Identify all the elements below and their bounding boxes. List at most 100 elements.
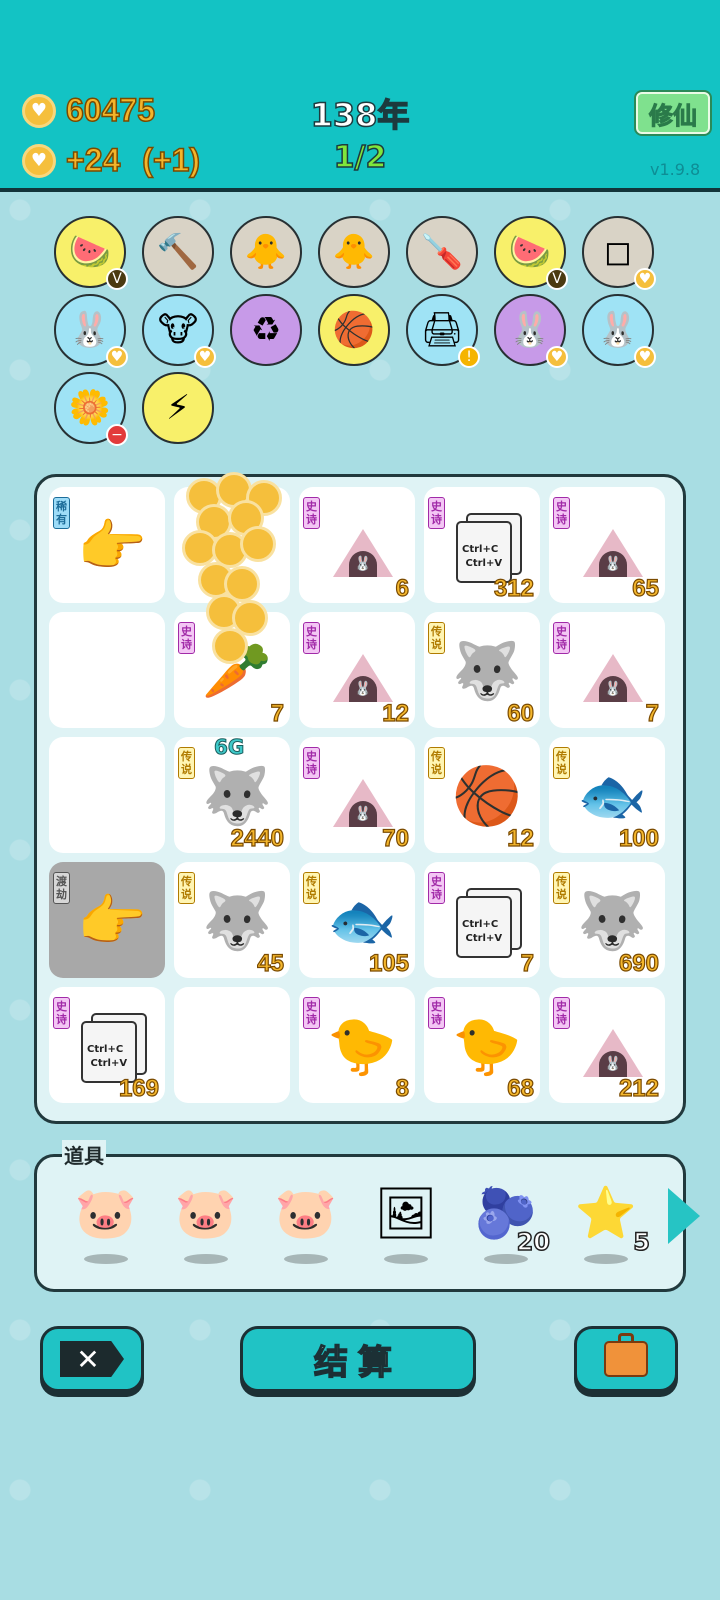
rarity-tag: 传说 [303,872,320,904]
board-cell[interactable]: 传说 🐺 6G 2440 [174,735,290,853]
copy-paste-icon: Ctrl+C Ctrl+V [446,880,528,962]
rarity-tag: 传说 [553,872,570,904]
close-icon: ✕ [60,1341,124,1377]
basketballs-icon[interactable]: 🏀 [318,294,390,366]
rarity-tag: 史诗 [428,497,445,529]
rarity-tag: 史诗 [428,872,445,904]
relic-badge-icon: ♥ [634,268,656,290]
items-title: 道具 [62,1140,106,1169]
fruit-basket-icon[interactable]: 🍉 V [54,216,128,290]
board-cell[interactable]: 史诗 🐰 7 [549,612,665,728]
cell-value: 65 [632,574,660,602]
board-cell[interactable]: 史诗 🐰 212 [549,987,665,1103]
rarity-tag: 传说 [553,747,570,779]
board-cell[interactable]: 史诗 🐤 8 [299,987,415,1103]
inventory-button[interactable] [574,1326,678,1392]
rabbit-tent-icon: 🐰 [571,630,653,712]
star-icon[interactable]: ⭐ 5 [568,1184,651,1264]
rabbit-icon[interactable]: 🐰 ♥ [54,294,128,368]
board-cell[interactable]: 史诗 Ctrl+C Ctrl+V 7 [424,862,540,978]
rarity-tag: 传说 [178,747,195,779]
settle-button[interactable]: 结算 [240,1326,476,1392]
board-cell[interactable]: 史诗 Ctrl+C Ctrl+V 312 [424,487,540,603]
cell-value: 105 [368,949,409,977]
rarity-tag: 稀有 [53,497,70,529]
rarity-tag: 传说 [178,872,195,904]
board-cell[interactable]: 传说 🐟 105 [299,862,415,978]
board-cell[interactable]: 史诗 Ctrl+C Ctrl+V 169 [49,987,165,1103]
rarity-tag: 史诗 [178,622,195,654]
printer-icon[interactable]: 🖨! [406,294,480,368]
cell-value: 7 [520,949,535,977]
board-cell[interactable] [174,987,290,1103]
rabbit-icon[interactable]: 🐰 ♥ [494,294,568,368]
hammer-icon[interactable]: 🔨 [142,216,214,288]
cell-value: 2440 [230,824,285,852]
slot-board: 稀有 👉 史诗 🐰 6 史诗 Ctrl+C Ctrl+V 312 史诗 🐰 65 史诗 🥕 7 史诗 🐰 12 传… [34,474,686,1124]
cell-value: 12 [382,699,410,727]
fruit-basket-icon[interactable]: 🍉 V [494,216,568,290]
board-cell[interactable]: 史诗 🐰 12 [299,612,415,728]
cell-value: 690 [618,949,659,977]
chick-egg-icon[interactable]: 🐥 [230,216,302,288]
cultivate-button[interactable]: 修仙 [636,92,710,134]
pointing-hand-brown-icon: 👉 [77,514,147,579]
relic-badge-icon: ♥ [546,346,568,368]
board-cell[interactable]: 传说 🐺 690 [549,862,665,978]
piggy-bank-icon[interactable]: 🐷 [68,1184,144,1264]
picture-frame-icon[interactable]: 🖼 [368,1184,444,1264]
cell-value: 8 [395,1074,410,1102]
board-cell[interactable]: 传说 🏀 12 [424,737,540,853]
relic-badge-icon: − [106,424,128,446]
rarity-tag: 史诗 [303,747,320,779]
board-cell[interactable] [174,487,290,603]
piggy-bank-icon[interactable]: 🐷 [268,1184,344,1264]
rabbit-tent-icon: 🐰 [321,505,403,587]
relic-badge-icon: ♥ [194,346,216,368]
blueberry-icon[interactable]: 🫐 20 [468,1184,551,1264]
board-cell[interactable]: 史诗 🐰 6 [299,487,415,603]
board-cell[interactable]: 稀有 👉 [49,487,165,603]
sugar-cubes-icon[interactable]: ◻ ♥ [582,216,656,290]
rarity-tag: 史诗 [303,622,320,654]
item-count: 5 [633,1227,651,1257]
cell-value: 68 [507,1074,535,1102]
recycle-icon[interactable]: ♻ [230,294,302,366]
year-counter: 138年 [310,95,410,135]
chicken-idol-icon: 🐤 [327,1014,397,1079]
flower-pot-icon[interactable]: 🌼 − [54,372,128,446]
cell-value: 169 [118,1074,159,1102]
relic-badge-icon: ♥ [106,346,128,368]
board-cell[interactable]: 史诗 🥕 7 [174,612,290,728]
rarity-tag: 史诗 [553,997,570,1029]
chick-egg-icon[interactable]: 🐥 [318,216,390,288]
rabbit-icon[interactable]: 🐰 ♥ [582,294,656,368]
lightning-icon[interactable]: ⚡ [142,372,214,444]
relic-badge-icon: V [546,268,568,290]
board-cell[interactable]: 传说 🐺 60 [424,612,540,728]
top-bar: 60475 +24 (+1) 138年 1/2 修仙 v1.9.8 [0,0,720,192]
board-cell[interactable] [49,612,165,728]
board-cell[interactable]: 史诗 🐤 68 [424,987,540,1103]
relic-badge-icon: ♥ [634,346,656,368]
cow-pair-icon[interactable]: 🐮 ♥ [142,294,216,368]
board-cell[interactable] [49,737,165,853]
piggy-bank-icon[interactable]: 🐷 [168,1184,244,1264]
rarity-tag: 史诗 [553,497,570,529]
cell-value: 7 [645,699,660,727]
cell-value: 45 [257,949,285,977]
board-cell[interactable]: 传说 🐺 45 [174,862,290,978]
rarity-tag: 渡劫 [53,872,70,904]
cell-value: 7 [270,699,285,727]
board-cell[interactable]: 史诗 🐰 70 [299,737,415,853]
board-cell[interactable]: 传说 🐟 100 [549,737,665,853]
cell-value: 70 [382,824,410,852]
cell-value: 100 [618,824,659,852]
items-next-arrow-icon[interactable] [668,1188,700,1244]
board-cell[interactable]: 史诗 🐰 65 [549,487,665,603]
close-button[interactable]: ✕ [40,1326,144,1392]
version-label: v1.9.8 [650,160,701,179]
board-cell[interactable]: 渡劫 👉 [49,862,165,978]
screwdriver-icon[interactable]: 🪛 [406,216,478,288]
briefcase-icon [604,1333,648,1377]
